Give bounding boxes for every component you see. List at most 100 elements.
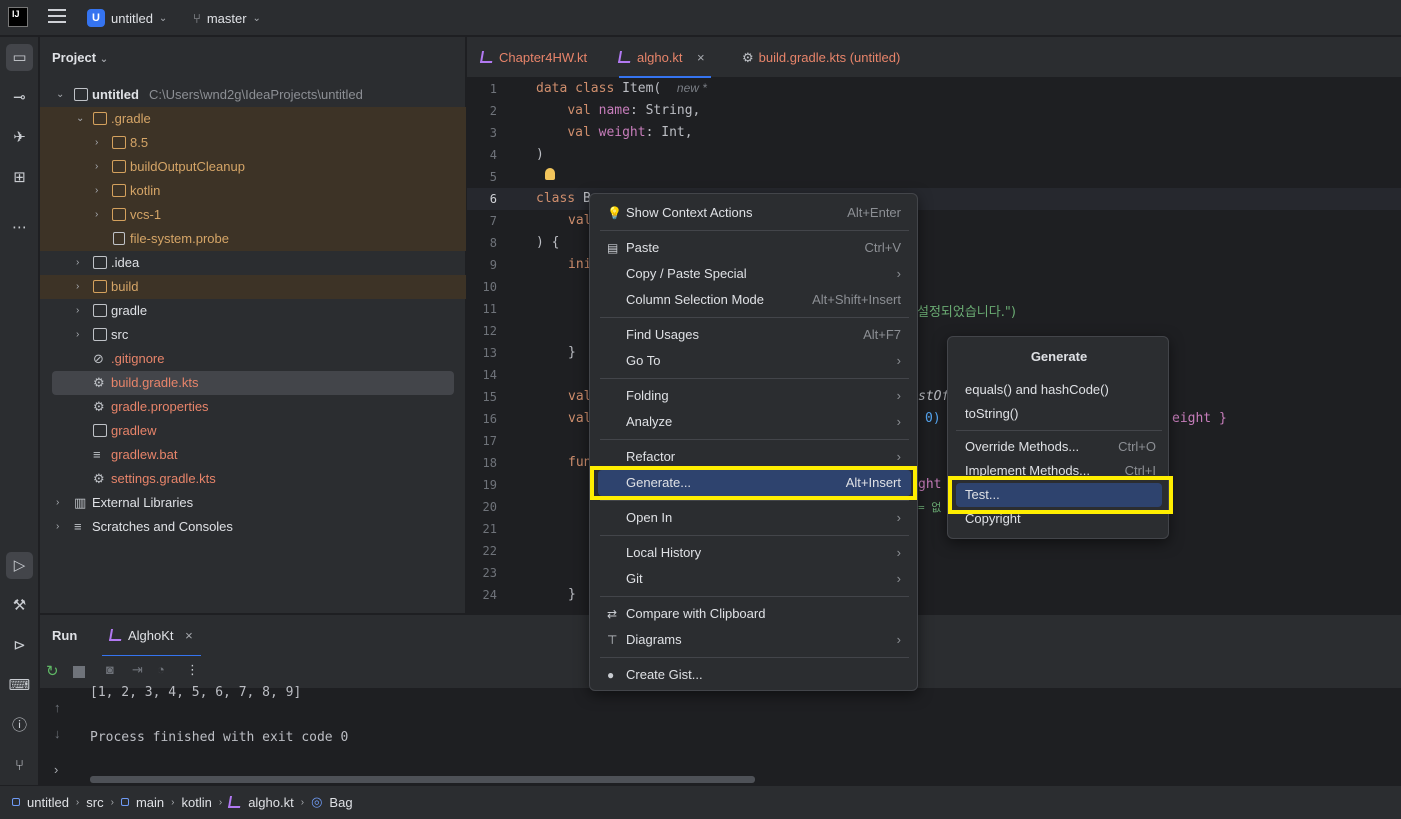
menu-item-show-context-actions[interactable]: 💡 Show Context Actions Alt+Enter (598, 200, 911, 226)
menu-item-diagrams[interactable]: ⊤ Diagrams › (598, 627, 911, 653)
menu-item-shortcut: Alt+Insert (845, 475, 901, 490)
title-bar: IJ U untitled ⌄ ⑂ master ⌄ (0, 0, 1401, 36)
tree-item-scratches[interactable]: › ≡ Scratches and Consoles (40, 515, 466, 539)
breadcrumb-item[interactable]: algho.kt (248, 795, 294, 810)
menu-item-label: Diagrams (626, 632, 682, 647)
menu-item-git[interactable]: Git › (598, 566, 911, 592)
project-tool-icon[interactable]: ▭ (6, 44, 33, 71)
generate-item-tostring[interactable]: toString() (956, 402, 1162, 426)
scroll-up-icon[interactable]: ↑ (54, 700, 61, 715)
chevron-right-icon: › (76, 281, 80, 292)
restore-layout-icon[interactable]: ⇥ (132, 662, 143, 678)
more-tools-icon[interactable]: ⋯ (6, 214, 33, 241)
console-output[interactable]: ↑ ↓ › [1, 2, 3, 4, 5, 6, 7, 8, 9] Proces… (40, 685, 1401, 785)
generate-item-equals-hashcode[interactable]: equals() and hashCode() (956, 378, 1162, 402)
branch-selector[interactable]: ⑂ master ⌄ (193, 7, 261, 29)
tree-item-gradle[interactable]: › gradle (40, 299, 466, 323)
chevron-right-icon: › (95, 185, 99, 196)
menu-item-local-history[interactable]: Local History › (598, 540, 911, 566)
menu-item-refactor[interactable]: Refactor › (598, 444, 911, 470)
terminal-icon[interactable]: ⌨ (6, 672, 33, 699)
chevron-right-icon: › (300, 796, 305, 808)
menu-item-create-gist[interactable]: ● Create Gist... (598, 662, 911, 688)
lightbulb-icon[interactable] (545, 168, 555, 180)
tree-item-gitignore[interactable]: ⊘ .gitignore (40, 347, 466, 371)
generate-item-implement-methods[interactable]: Implement Methods... Ctrl+I (956, 459, 1162, 483)
tab-algho[interactable]: algho.kt × (617, 37, 711, 78)
coverage-icon[interactable]: ◔ (157, 662, 165, 677)
line-number: 23 (482, 566, 497, 580)
close-icon[interactable]: × (697, 37, 705, 78)
menu-item-find-usages[interactable]: Find Usages Alt+F7 (598, 322, 911, 348)
build-tool-icon[interactable]: ⚒ (6, 592, 33, 619)
breadcrumb-item[interactable]: src (86, 795, 103, 810)
git-icon[interactable]: ⑂ (6, 752, 33, 779)
menu-item-label: Folding (626, 388, 669, 403)
chevron-right-icon[interactable]: › (54, 762, 58, 777)
generate-item-copyright[interactable]: Copyright (956, 507, 1162, 531)
breadcrumb-item[interactable]: Bag (329, 795, 352, 810)
line-number: 12 (482, 324, 497, 338)
menu-item-label: Find Usages (626, 327, 699, 342)
project-selector[interactable]: U untitled ⌄ (87, 7, 167, 29)
structure-icon[interactable]: ⊞ (6, 164, 33, 191)
chevron-right-icon: › (171, 796, 175, 808)
breadcrumb-item[interactable]: kotlin (181, 795, 211, 810)
tree-item-kotlin[interactable]: › kotlin (40, 179, 466, 203)
menu-item-paste[interactable]: ▤ Paste Ctrl+V (598, 235, 911, 261)
tree-item-buildoutputcleanup[interactable]: › buildOutputCleanup (40, 155, 466, 179)
services-icon[interactable]: ⊳ (6, 632, 33, 659)
tree-item-file-system-probe[interactable]: file-system.probe (40, 227, 466, 251)
menu-item-go-to[interactable]: Go To › (598, 348, 911, 374)
line-number: 15 (482, 390, 497, 404)
more-options-icon[interactable]: ⋮ (186, 662, 199, 678)
stop-icon[interactable] (73, 666, 85, 678)
commit-tool-icon[interactable]: ⊸ (6, 84, 33, 111)
tab-label: algho.kt (637, 50, 683, 65)
generate-item-test[interactable]: Test... (956, 483, 1162, 507)
tree-item-gradle-dir[interactable]: ⌄ .gradle (40, 107, 466, 131)
menu-item-compare-with-clipboard[interactable]: ⇄ Compare with Clipboard (598, 601, 911, 627)
tree-item-idea[interactable]: › .idea (40, 251, 466, 275)
menu-item-generate[interactable]: Generate... Alt+Insert (598, 470, 911, 496)
tree-item-root[interactable]: ⌄ untitled C:\Users\wnd2g\IdeaProjects\u… (40, 83, 466, 107)
menu-item-analyze[interactable]: Analyze › (598, 409, 911, 435)
tree-item-settings-gradle-kts[interactable]: ⚙ settings.gradle.kts (40, 467, 466, 491)
pull-requests-icon[interactable]: ✈ (6, 124, 33, 151)
menu-item-open-in[interactable]: Open In › (598, 505, 911, 531)
tree-item-gradlew[interactable]: gradlew (40, 419, 466, 443)
tree-item-build-gradle-kts[interactable]: ⚙ build.gradle.kts (40, 371, 466, 395)
generate-item-override-methods[interactable]: Override Methods... Ctrl+O (956, 435, 1162, 459)
breadcrumb-item[interactable]: main (136, 795, 164, 810)
tree-item-external-libraries[interactable]: › ▥ External Libraries (40, 491, 466, 515)
menu-item-label: Column Selection Mode (626, 292, 765, 307)
tree-item-build[interactable]: › build (40, 275, 466, 299)
tab-chapter4hw[interactable]: Chapter4HW.kt (479, 37, 587, 78)
main-menu-icon[interactable] (48, 9, 66, 25)
tree-item-src[interactable]: › src (40, 323, 466, 347)
menu-item-column-selection-mode[interactable]: Column Selection Mode Alt+Shift+Insert (598, 287, 911, 313)
code-text: Item( (614, 81, 662, 96)
tree-item-gradle-properties[interactable]: ⚙ gradle.properties (40, 395, 466, 419)
run-tool-icon[interactable]: ▷ (6, 552, 33, 579)
camera-icon[interactable]: ◙ (106, 662, 114, 677)
line-number: 19 (482, 478, 497, 492)
tree-item-label: .gradle (111, 111, 151, 126)
breadcrumb-item[interactable]: untitled (27, 795, 69, 810)
menu-item-copy-paste-special[interactable]: Copy / Paste Special › (598, 261, 911, 287)
scroll-down-icon[interactable]: ↓ (54, 726, 61, 741)
rerun-icon[interactable]: ↻ (46, 662, 59, 680)
problems-icon[interactable]: ⓘ (6, 712, 33, 739)
tab-alghokt[interactable]: AlghoKt × (102, 615, 201, 657)
tree-item-vcs-1[interactable]: › vcs-1 (40, 203, 466, 227)
horizontal-scrollbar[interactable] (90, 776, 755, 783)
tree-item-8-5[interactable]: › 8.5 (40, 131, 466, 155)
branch-name: master (206, 10, 247, 26)
chevron-down-icon: ⌄ (252, 12, 261, 24)
menu-item-folding[interactable]: Folding › (598, 383, 911, 409)
close-icon[interactable]: × (185, 628, 193, 643)
tab-build-gradle-kts[interactable]: ⚙ build.gradle.kts (untitled) (742, 37, 900, 78)
project-panel-title[interactable]: Project ⌄ (52, 50, 108, 65)
tree-item-gradlew-bat[interactable]: ≡ gradlew.bat (40, 443, 466, 467)
context-menu: 💡 Show Context Actions Alt+Enter ▤ Paste Ctr… (589, 193, 918, 691)
